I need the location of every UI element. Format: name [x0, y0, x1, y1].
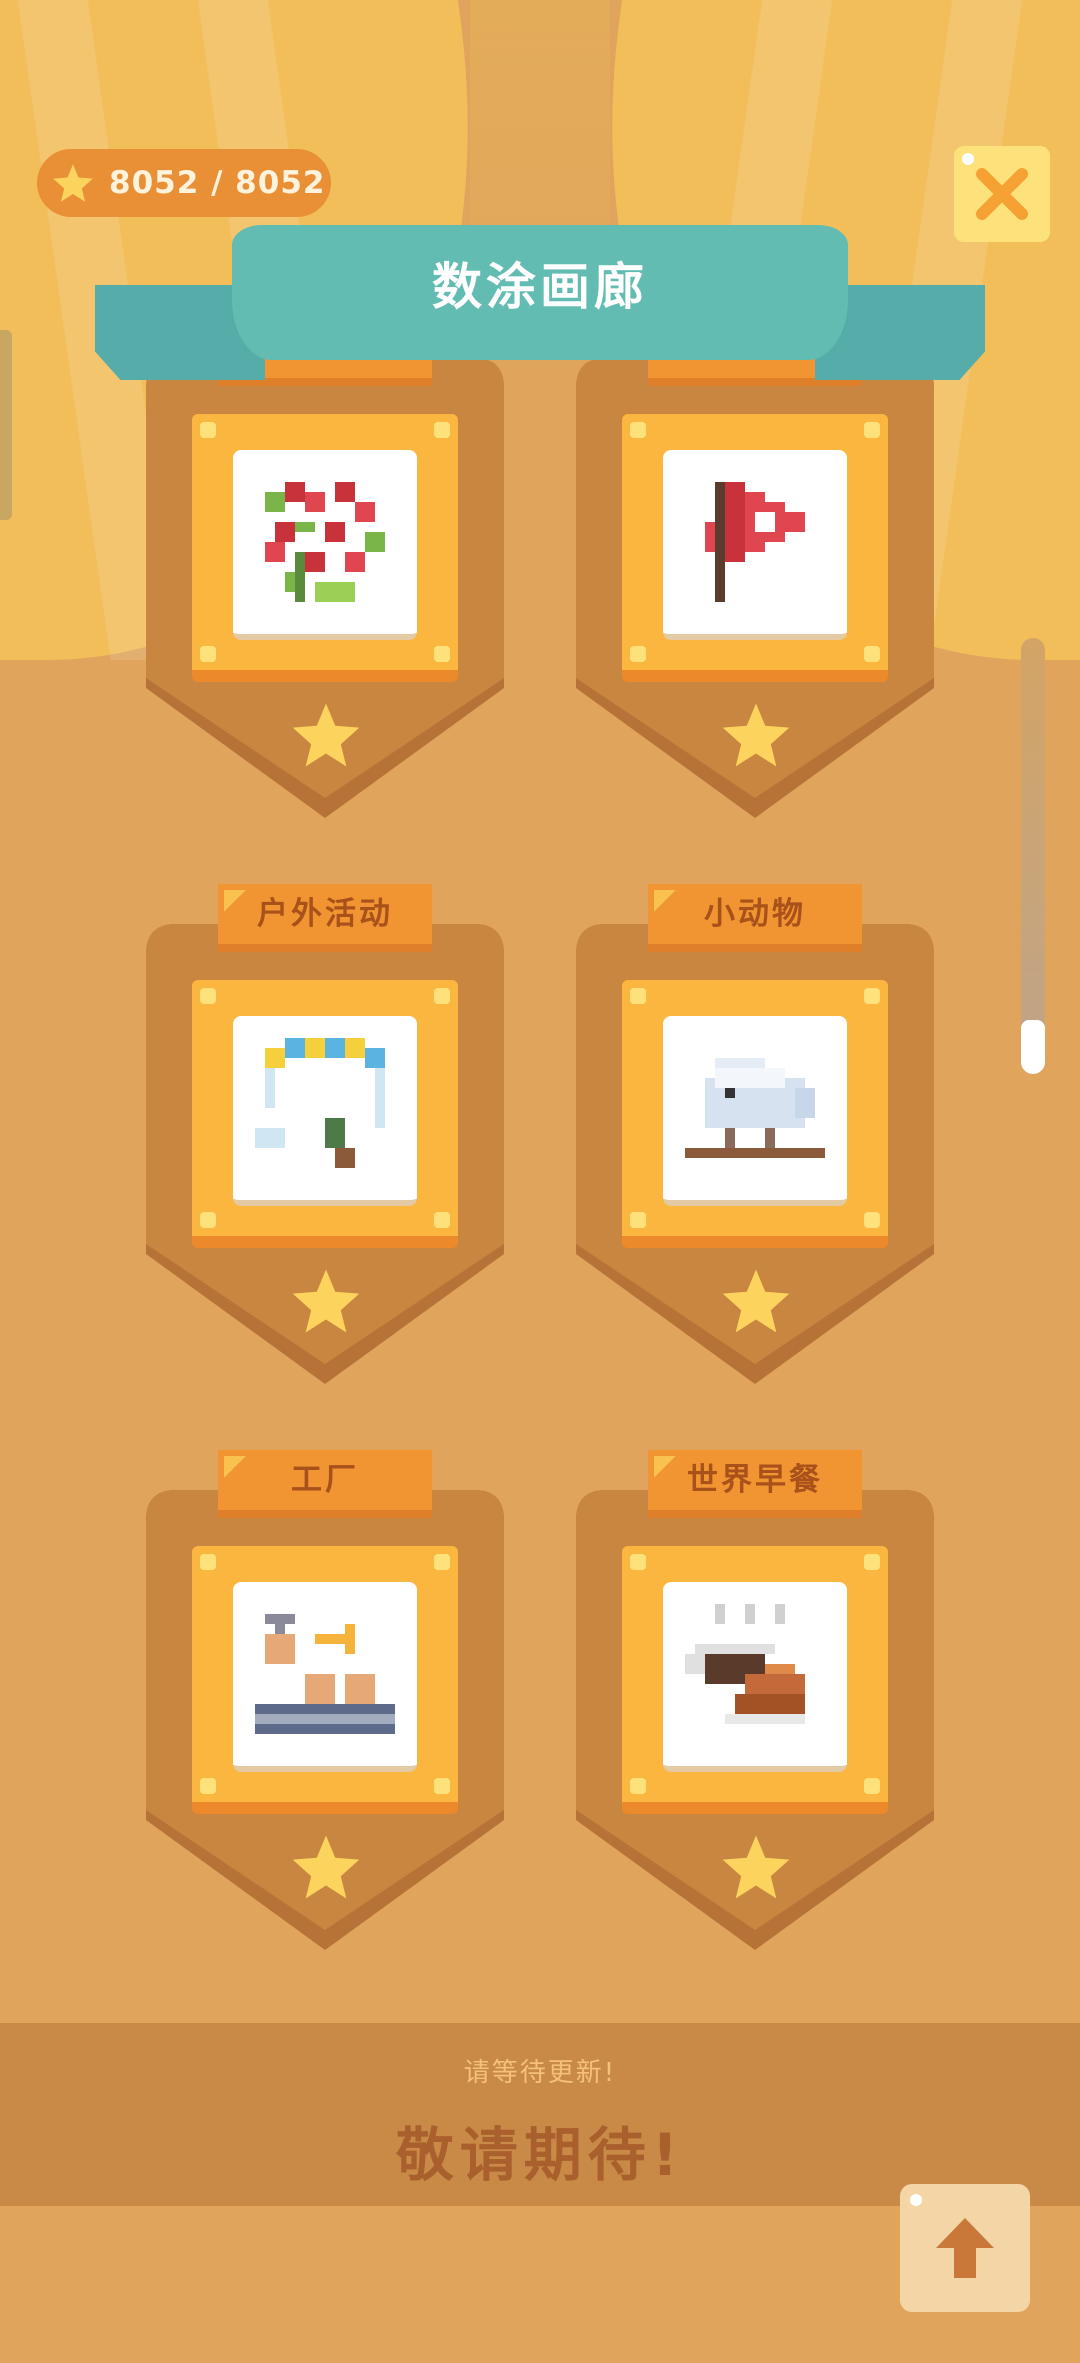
score-text: 8052 / 8052 — [109, 165, 326, 201]
category-tag: 世界早餐 — [648, 1450, 862, 1518]
star-icon — [722, 1269, 790, 1333]
star-score-pill: 8052 / 8052 — [37, 149, 331, 217]
picture-frame — [622, 414, 888, 682]
flowering-branch-picture[interactable] — [233, 450, 417, 640]
scrollbar-thumb[interactable] — [1021, 1020, 1045, 1074]
star-icon — [722, 1835, 790, 1899]
star-icon — [292, 703, 360, 767]
title-ribbon: 数涂画廊 — [95, 225, 985, 415]
category-card[interactable] — [146, 318, 504, 818]
close-icon — [976, 168, 1028, 220]
category-card[interactable]: 工厂 — [146, 1450, 504, 1950]
picture-frame — [622, 1546, 888, 1814]
scroll-to-top-button[interactable] — [900, 2184, 1030, 2312]
category-card[interactable]: 世界早餐 — [576, 1450, 934, 1950]
factory-picture[interactable] — [233, 1582, 417, 1772]
category-card[interactable]: 小动物 — [576, 884, 934, 1384]
paraglider-picture[interactable] — [233, 1016, 417, 1206]
picture-frame — [192, 980, 458, 1248]
arrow-up-icon — [936, 2218, 994, 2278]
heart-flag-picture[interactable] — [663, 450, 847, 640]
star-icon — [292, 1835, 360, 1899]
scrollbar-track[interactable] — [1021, 638, 1045, 1074]
category-tag: 工厂 — [218, 1450, 432, 1518]
coming-soon-subtitle: 请等待更新! — [463, 2058, 617, 2088]
page-title: 数涂画廊 — [432, 258, 648, 316]
star-icon — [722, 703, 790, 767]
category-card[interactable] — [576, 318, 934, 818]
category-tag: 户外活动 — [218, 884, 432, 952]
coming-soon-message: 敬请期待! — [395, 2121, 685, 2189]
white-bird-picture[interactable] — [663, 1016, 847, 1206]
breakfast-picture[interactable] — [663, 1582, 847, 1772]
star-icon — [292, 1269, 360, 1333]
side-tab[interactable] — [0, 330, 12, 520]
picture-frame — [622, 980, 888, 1248]
category-card[interactable]: 户外活动 — [146, 884, 504, 1384]
picture-frame — [192, 1546, 458, 1814]
picture-frame — [192, 414, 458, 682]
star-icon — [53, 164, 93, 202]
ribbon-banner: 数涂画廊 — [232, 225, 848, 360]
category-tag: 小动物 — [648, 884, 862, 952]
